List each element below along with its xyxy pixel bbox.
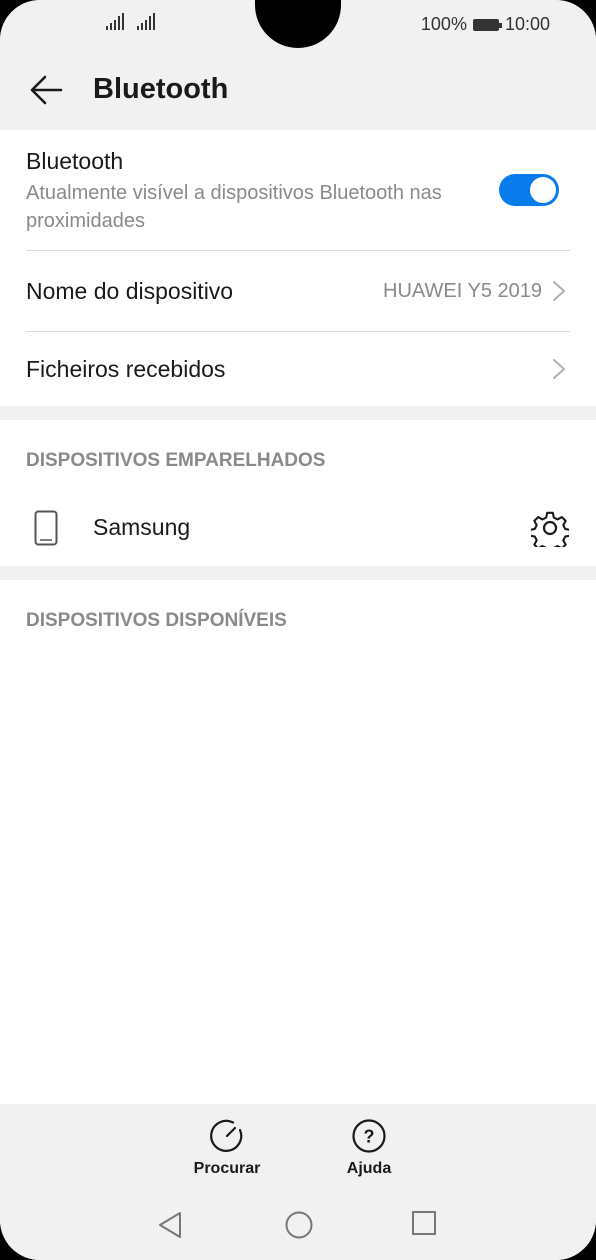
bottom-toolbar: Procurar ? Ajuda: [0, 1104, 596, 1190]
app-bar: Bluetooth: [0, 50, 596, 130]
available-devices-header: DISPOSITIVOS DISPONÍVEIS: [26, 610, 287, 631]
search-button[interactable]: Procurar: [182, 1118, 272, 1178]
nav-home-icon[interactable]: [284, 1210, 314, 1240]
paired-device-name: Samsung: [93, 514, 191, 540]
svg-text:?: ?: [364, 1127, 375, 1147]
screen: 100% 10:00 Bluetooth Bluetooth Atualment…: [0, 0, 596, 1260]
paired-devices-header: DISPOSITIVOS EMPARELHADOS: [26, 450, 326, 471]
refresh-icon: [210, 1119, 243, 1152]
battery-percent: 100%: [420, 14, 467, 34]
help-button[interactable]: ? Ajuda: [324, 1118, 414, 1178]
navigation-bar: [0, 1190, 596, 1260]
bluetooth-visibility-subtitle: Atualmente visível a dispositivos Blueto…: [26, 182, 442, 232]
help-label: Ajuda: [346, 1160, 392, 1177]
divider: [26, 250, 570, 251]
clock: 10:00: [504, 14, 550, 34]
device-name-value: HUAWEI Y5 2019: [383, 280, 542, 302]
phone-icon: [34, 510, 58, 546]
bluetooth-toggle-switch[interactable]: [499, 174, 559, 206]
gear-icon[interactable]: [531, 509, 569, 547]
bluetooth-settings-card: Bluetooth Atualmente visível a dispositi…: [0, 130, 596, 406]
paired-devices-card: DISPOSITIVOS EMPARELHADOS Samsung: [0, 420, 596, 566]
status-bar: 100% 10:00: [0, 0, 596, 50]
help-icon: ?: [352, 1119, 386, 1153]
page-title: Bluetooth: [93, 73, 229, 105]
divider: [26, 331, 570, 332]
status-right: 100% 10:00: [421, 14, 550, 35]
battery-icon: [472, 18, 502, 31]
bluetooth-toggle-title: Bluetooth: [26, 148, 124, 174]
arrow-left-icon[interactable]: [28, 74, 64, 106]
received-files-label: Ficheiros recebidos: [26, 356, 226, 382]
available-devices-card: DISPOSITIVOS DISPONÍVEIS: [0, 580, 596, 1104]
device-name-label: Nome do dispositivo: [26, 278, 234, 304]
toggle-knob: [530, 177, 556, 203]
chevron-right-icon: [553, 359, 565, 379]
nav-recents-icon[interactable]: [411, 1210, 437, 1236]
search-label: Procurar: [193, 1160, 261, 1177]
camera-notch: [255, 0, 341, 48]
chevron-right-icon: [553, 281, 565, 301]
nav-back-icon[interactable]: [157, 1210, 183, 1240]
